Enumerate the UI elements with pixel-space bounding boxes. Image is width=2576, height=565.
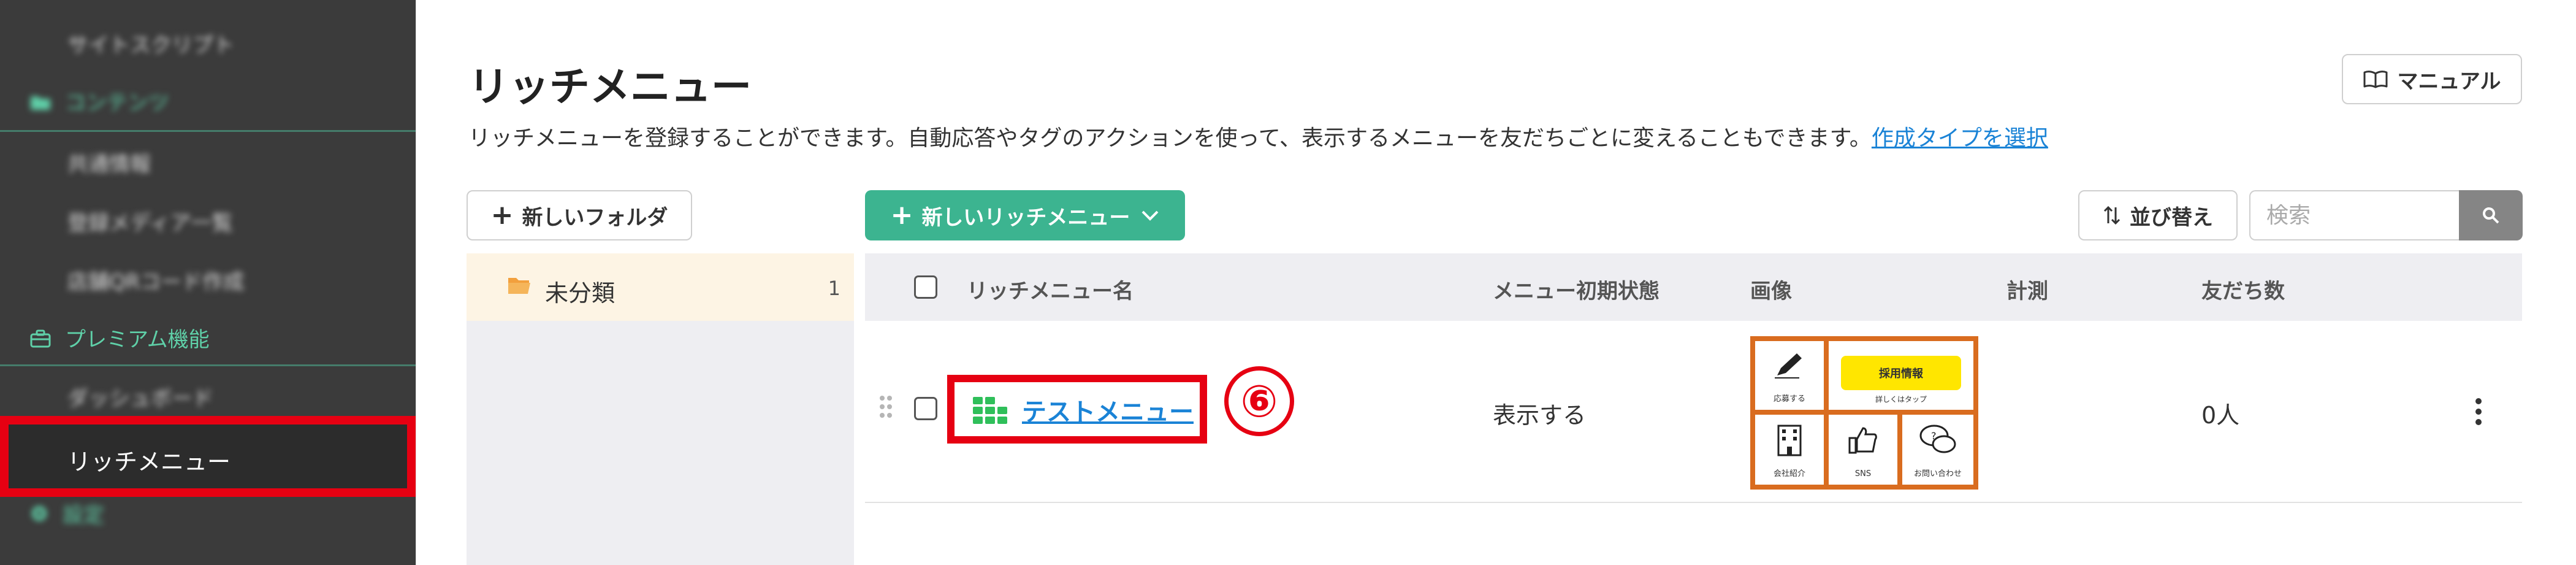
- sort-label: 並び替え: [2130, 205, 2213, 230]
- folder-panel: 未分類 1: [467, 253, 854, 565]
- column-header-image: 画像: [1750, 279, 1792, 304]
- main-content: リッチメニュー マニュアル リッチメニューを登録することができます。自動応答やタ…: [416, 0, 2576, 565]
- search-icon: [2482, 206, 2500, 225]
- column-header-measurement: 計測: [2006, 279, 2048, 304]
- thumb-tile-contact: ? お問い合わせ: [1902, 415, 1973, 485]
- thumb-caption: お問い合わせ: [1913, 469, 1962, 479]
- search-field[interactable]: [2249, 190, 2459, 240]
- search-input[interactable]: [2265, 191, 2445, 239]
- folder-open-icon: [507, 275, 532, 298]
- svg-text:?: ?: [1931, 430, 1937, 442]
- friends-count-cell: 0人: [2201, 402, 2240, 429]
- new-richmenu-button[interactable]: + 新しいリッチメニュー: [865, 190, 1185, 240]
- thumb-caption: 詳しくはタップ: [1875, 395, 1927, 404]
- description-text: リッチメニューを登録することができます。自動応答やタグのアクションを使って、表示…: [468, 126, 1872, 151]
- building-icon: [1777, 425, 1802, 456]
- thumb-tile-sns: SNS: [1829, 415, 1897, 485]
- thumb-caption: 応募する: [1773, 394, 1805, 404]
- sidebar-section-settings[interactable]: 設定: [29, 498, 104, 529]
- sidebar-item-label: リッチメニュー: [67, 448, 231, 475]
- new-folder-button[interactable]: + 新しいフォルダ: [467, 190, 692, 240]
- sidebar-item-richmenu[interactable]: リッチメニュー: [0, 416, 416, 497]
- book-icon: [2363, 70, 2388, 88]
- sidebar-item-dashboard[interactable]: ダッシュボード: [67, 382, 213, 412]
- sidebar-section-premium[interactable]: プレミアム機能: [29, 323, 210, 353]
- thumbs-up-icon: [1848, 427, 1877, 454]
- folder-name: 未分類: [545, 280, 615, 307]
- sidebar: サイトスクリプト コンテンツ 共通情報 登録メディア一覧 店舗QRコード作成 プ…: [0, 0, 416, 565]
- highlight-box: テストメニュー: [947, 375, 1207, 444]
- new-richmenu-label: 新しいリッチメニュー: [921, 205, 1130, 230]
- initial-state-cell: 表示する: [1493, 402, 1587, 429]
- search-button[interactable]: [2459, 190, 2523, 240]
- speech-bubble-icon: ?: [1919, 425, 1956, 453]
- plus-icon: +: [890, 199, 913, 231]
- sort-button[interactable]: 並び替え: [2078, 190, 2238, 240]
- sidebar-section-label: 設定: [63, 503, 104, 528]
- column-header-name[interactable]: リッチメニュー名: [967, 274, 1134, 304]
- step-marker: ⑥: [1224, 366, 1294, 436]
- sidebar-item-media-list[interactable]: 登録メディア一覧: [67, 206, 233, 236]
- manual-button[interactable]: マニュアル: [2342, 54, 2522, 104]
- plus-icon: +: [490, 199, 514, 231]
- chevron-down-icon: [1141, 209, 1159, 221]
- pen-icon: [1775, 353, 1802, 379]
- select-all-checkbox[interactable]: [914, 275, 937, 299]
- thumb-caption: 会社紹介: [1773, 469, 1805, 479]
- row-checkbox[interactable]: [914, 397, 937, 420]
- create-type-link[interactable]: 作成タイプを選択: [1872, 126, 2048, 151]
- sidebar-item-site-script[interactable]: サイトスクリプト: [67, 28, 234, 58]
- sidebar-item-common-info[interactable]: 共通情報: [67, 147, 151, 177]
- thumb-recruit-label: 採用情報: [1841, 356, 1961, 390]
- sidebar-section-label: コンテンツ: [65, 91, 169, 115]
- sidebar-divider: [0, 364, 416, 366]
- thumb-tile-apply: 応募する: [1755, 341, 1824, 410]
- drag-handle-icon[interactable]: [878, 394, 893, 421]
- folder-icon: [29, 92, 51, 117]
- richmenu-grid-icon: [973, 397, 1010, 426]
- sidebar-divider: [0, 130, 416, 132]
- sort-arrows-icon: [2103, 205, 2121, 226]
- thumb-caption: SNS: [1854, 469, 1872, 479]
- sidebar-section-contents[interactable]: コンテンツ: [29, 86, 169, 117]
- page-title: リッチメニュー: [468, 63, 752, 110]
- richmenu-image[interactable]: 応募する 採用情報 詳しくはタップ 会社紹介 SNS ? お問い合わせ: [1750, 336, 1978, 490]
- table-row[interactable]: テストメニュー ⑥ 表示する 応募する 採用情報 詳しくはタップ 会社紹介 SN…: [865, 321, 2522, 503]
- folder-count: 1: [828, 277, 840, 300]
- richmenu-name-link[interactable]: テストメニュー: [1022, 392, 1194, 428]
- more-options-icon[interactable]: [2475, 398, 2482, 428]
- folder-item[interactable]: 未分類 1: [467, 253, 854, 321]
- column-header-friends: 友だち数: [2201, 279, 2285, 304]
- thumb-tile-recruit: 採用情報 詳しくはタップ: [1829, 341, 1973, 410]
- sidebar-section-label: プレミアム機能: [65, 328, 210, 352]
- manual-button-label: マニュアル: [2397, 69, 2501, 94]
- column-header-initial-state: メニュー初期状態: [1493, 279, 1660, 304]
- new-folder-label: 新しいフォルダ: [522, 205, 668, 230]
- table-header: リッチメニュー名 メニュー初期状態 画像 計測 友だち数: [865, 253, 2522, 321]
- sidebar-item-store-qr[interactable]: 店舗QRコード作成: [67, 265, 244, 295]
- briefcase-icon: [29, 329, 51, 353]
- page-description: リッチメニューを登録することができます。自動応答やタグのアクションを使って、表示…: [468, 120, 2048, 152]
- gear-icon: [29, 504, 49, 529]
- thumb-tile-company: 会社紹介: [1755, 415, 1824, 485]
